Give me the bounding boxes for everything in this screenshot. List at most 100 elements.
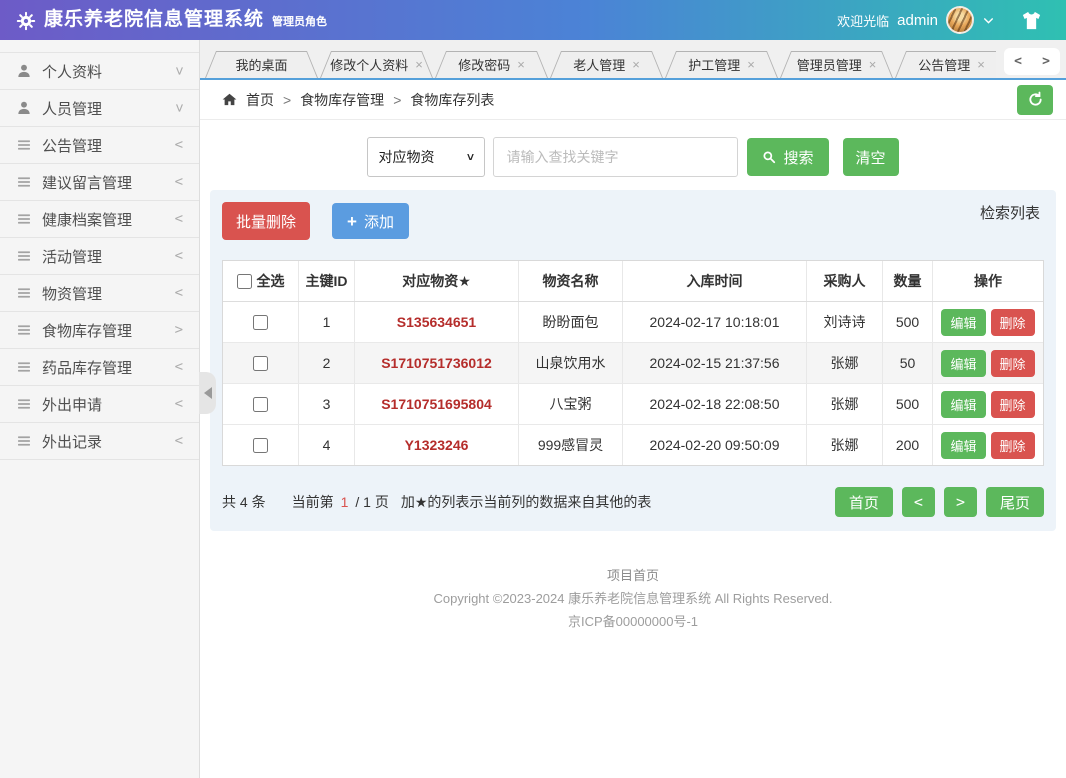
last-page-button[interactable]: 尾页 bbox=[985, 487, 1044, 517]
sidebar-item[interactable]: 建议留言管理 < bbox=[0, 164, 199, 201]
sidebar-item[interactable]: 活动管理 < bbox=[0, 238, 199, 275]
tabs-next-button[interactable]: > bbox=[1042, 54, 1050, 69]
tab[interactable]: 护工管理 × bbox=[665, 51, 778, 78]
current-page-number: 1 bbox=[340, 494, 349, 510]
header-ops: 操作 bbox=[974, 273, 1002, 289]
next-page-button[interactable]: > bbox=[943, 487, 977, 517]
delete-button[interactable]: 删除 bbox=[990, 308, 1035, 336]
tab-nav: < > bbox=[1004, 48, 1060, 75]
chevron-left-icon: < bbox=[174, 285, 183, 301]
refresh-button[interactable] bbox=[1017, 84, 1053, 115]
sidebar-item-label: 个人资料 bbox=[42, 63, 103, 81]
batch-delete-button[interactable]: 批量删除 bbox=[222, 202, 311, 240]
sidebar-item[interactable]: 食物库存管理 > bbox=[0, 312, 199, 349]
avatar[interactable] bbox=[946, 6, 974, 34]
search-button[interactable]: 搜索 bbox=[747, 138, 829, 176]
clear-button[interactable]: 清空 bbox=[842, 138, 899, 176]
sidebar-item[interactable]: 人员管理 > bbox=[0, 90, 199, 127]
edit-button[interactable]: 编辑 bbox=[941, 431, 986, 459]
breadcrumb-home[interactable]: 首页 bbox=[246, 90, 274, 110]
tab-label: 管理员管理 bbox=[796, 58, 862, 73]
header: 康乐养老院信息管理系统 管理员角色 欢迎光临 admin bbox=[0, 0, 1066, 40]
sidebar-item[interactable]: 公告管理 < bbox=[0, 127, 199, 164]
sidebar-collapse-handle[interactable] bbox=[199, 372, 216, 414]
role-badge: 管理员角色 bbox=[272, 16, 328, 28]
chevron-left-icon: < bbox=[174, 248, 183, 264]
header-name: 物资名称 bbox=[519, 261, 623, 301]
table-toolbar: 批量删除 + 添加 检索列表 bbox=[222, 202, 1044, 240]
sidebar-item-label: 公告管理 bbox=[42, 137, 103, 155]
tab[interactable]: 修改个人资料 × bbox=[320, 51, 433, 78]
cell-time: 2024-02-15 21:37:56 bbox=[623, 343, 807, 383]
list-icon bbox=[16, 359, 33, 375]
header-user-area: 欢迎光临 admin bbox=[837, 6, 1042, 34]
sidebar-item-label: 药品库存管理 bbox=[42, 359, 133, 377]
footer-home-link[interactable]: 项目首页 bbox=[200, 564, 1066, 587]
sidebar-item[interactable]: 健康档案管理 < bbox=[0, 201, 199, 238]
tab-close-icon[interactable]: × bbox=[415, 58, 423, 71]
cell-qty: 500 bbox=[883, 302, 933, 342]
sidebar-item[interactable]: 外出申请 < bbox=[0, 386, 199, 423]
delete-button[interactable]: 删除 bbox=[990, 431, 1035, 459]
tab-close-icon[interactable]: × bbox=[869, 58, 877, 71]
row-checkbox[interactable] bbox=[253, 437, 268, 453]
tab[interactable]: 我的桌面 bbox=[205, 51, 318, 78]
edit-button[interactable]: 编辑 bbox=[941, 308, 986, 336]
add-button[interactable]: + 添加 bbox=[332, 203, 409, 239]
edit-button[interactable]: 编辑 bbox=[941, 390, 986, 418]
plus-icon: + bbox=[347, 211, 357, 231]
select-all-label: 全选 bbox=[256, 273, 285, 289]
chevron-down-icon: > bbox=[463, 153, 478, 161]
cell-buyer: 张娜 bbox=[807, 384, 883, 424]
page-footer: 项目首页 Copyright ©2023-2024 康乐养老院信息管理系统 Al… bbox=[200, 564, 1066, 633]
breadcrumb-separator: > bbox=[393, 91, 402, 108]
pagination-info: 共 4 条 当前第 1 / 1 页 加★的列表示当前列的数据来自其他的表 bbox=[222, 492, 651, 512]
tab-close-icon[interactable]: × bbox=[977, 58, 985, 71]
delete-button[interactable]: 删除 bbox=[990, 349, 1035, 377]
cell-name: 999感冒灵 bbox=[519, 425, 623, 465]
breadcrumb-level1[interactable]: 食物库存管理 bbox=[300, 90, 384, 110]
select-all-checkbox[interactable] bbox=[236, 273, 252, 289]
tab-label: 公告管理 bbox=[918, 58, 971, 73]
tab-label: 修改密码 bbox=[458, 58, 511, 73]
gear-icon bbox=[16, 11, 36, 31]
tab[interactable]: 老人管理 × bbox=[550, 51, 663, 78]
sidebar-item[interactable]: 个人资料 > bbox=[0, 53, 199, 90]
sidebar-item[interactable]: 外出记录 < bbox=[0, 423, 199, 460]
username[interactable]: admin bbox=[897, 12, 938, 29]
tab[interactable]: 修改密码 × bbox=[435, 51, 548, 78]
pagination: 共 4 条 当前第 1 / 1 页 加★的列表示当前列的数据来自其他的表 首页 … bbox=[222, 487, 1044, 517]
tabs-prev-button[interactable]: < bbox=[1014, 54, 1022, 69]
cell-name: 八宝粥 bbox=[519, 384, 623, 424]
chevron-down-icon[interactable] bbox=[982, 14, 995, 27]
cell-qty: 50 bbox=[883, 343, 933, 383]
first-page-button[interactable]: 首页 bbox=[834, 487, 893, 517]
brand: 康乐养老院信息管理系统 管理员角色 bbox=[16, 9, 327, 31]
tab-close-icon[interactable]: × bbox=[632, 58, 640, 71]
search-input[interactable] bbox=[493, 137, 739, 177]
prev-page-button[interactable]: < bbox=[901, 487, 935, 517]
sidebar-item[interactable]: 物资管理 < bbox=[0, 275, 199, 312]
chevron-down-icon: > bbox=[170, 66, 187, 76]
cell-time: 2024-02-18 22:08:50 bbox=[623, 384, 807, 424]
list-icon bbox=[16, 137, 33, 153]
user-icon bbox=[16, 100, 33, 116]
search-field-select[interactable]: 对应物资 > bbox=[367, 137, 486, 177]
row-checkbox[interactable] bbox=[253, 396, 268, 412]
cell-time: 2024-02-17 10:18:01 bbox=[623, 302, 807, 342]
theme-shirt-icon[interactable] bbox=[1021, 11, 1042, 30]
list-icon bbox=[16, 211, 33, 227]
header-code: 对应物资★ bbox=[355, 261, 519, 301]
delete-button[interactable]: 删除 bbox=[990, 390, 1035, 418]
row-checkbox[interactable] bbox=[253, 355, 268, 371]
tab[interactable]: 管理员管理 × bbox=[780, 51, 893, 78]
edit-button[interactable]: 编辑 bbox=[941, 349, 986, 377]
row-checkbox[interactable] bbox=[253, 314, 268, 330]
tab[interactable]: 公告管理 × bbox=[895, 51, 996, 78]
tab-close-icon[interactable]: × bbox=[747, 58, 755, 71]
cell-code: Y1323246 bbox=[355, 425, 519, 465]
cell-qty: 200 bbox=[883, 425, 933, 465]
tab-close-icon[interactable]: × bbox=[517, 58, 525, 71]
sidebar-item[interactable]: 药品库存管理 < bbox=[0, 349, 199, 386]
sidebar-item-label: 物资管理 bbox=[42, 285, 103, 303]
